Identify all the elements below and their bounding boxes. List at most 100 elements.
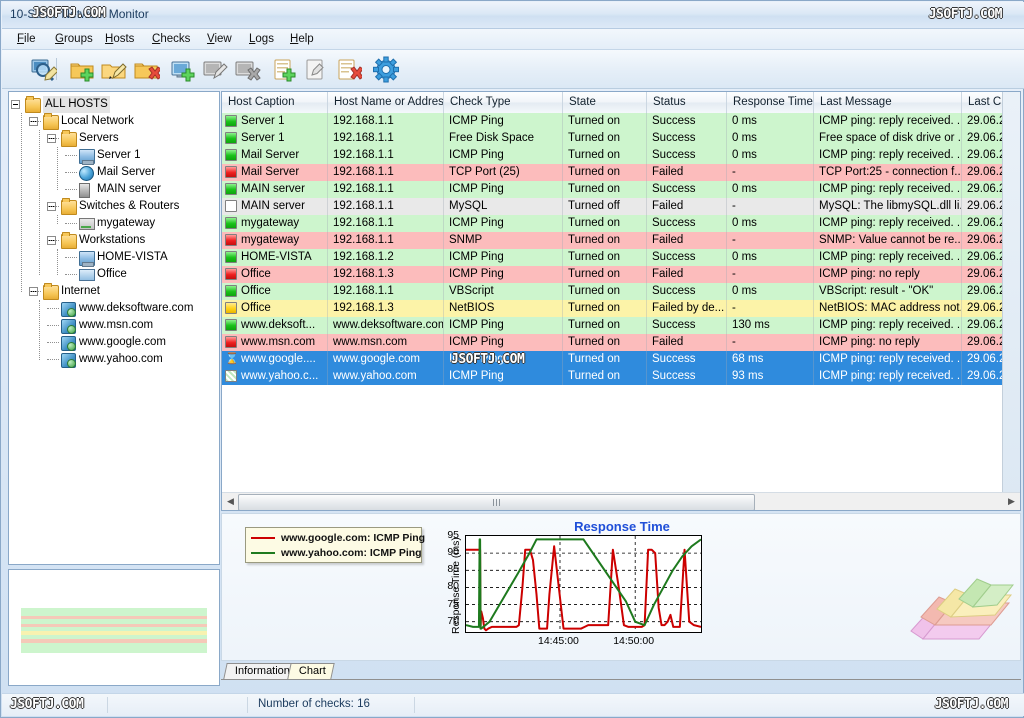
table-row[interactable]: ⌛ www.google.... www.google.com ICMP Ping Tu… [222,351,1020,368]
cell-check-type: ICMP Ping [444,147,563,164]
folder-icon [61,198,77,215]
add-host-button[interactable] [169,56,197,83]
table-row[interactable]: Server 1 192.168.1.1 ICMP Ping Turned on Suc… [222,113,1020,130]
cell-state: Turned on [563,317,647,334]
chart-svg [465,536,702,632]
cell-host: www.deksoftware.com [328,317,444,334]
cell-host: 192.168.1.1 [328,232,444,249]
cell-caption: Office [222,283,328,300]
table-row[interactable]: mygateway 192.168.1.1 ICMP Ping Turned on Su… [222,215,1020,232]
statusbar-separator-1 [107,697,108,713]
menu-item-file[interactable]: File [12,32,41,46]
tree-item-internet[interactable]: Internet [9,283,219,300]
tree-item-label: mygateway [97,217,156,229]
find-hosts-button[interactable] [29,56,59,83]
tree-item-server-1[interactable]: Server 1 [9,147,219,165]
table-row[interactable]: Mail Server 192.168.1.1 TCP Port (25) Turne… [222,164,1020,181]
delete-host-button[interactable] [233,56,261,83]
tree-item-www-deksoftware-com[interactable]: www.deksoftware.com [9,300,219,317]
cell-last-message: ICMP ping: reply received. ... [814,113,962,130]
edit-host-button[interactable] [201,56,229,83]
table-row[interactable]: Office 192.168.1.3 NetBIOS Turned on Failed … [222,300,1020,317]
tree-item-local-network[interactable]: Local Network [9,113,219,130]
table-row[interactable]: www.yahoo.c... www.yahoo.com ICMP Ping Turn… [222,368,1020,385]
cell-status: Failed [647,164,727,181]
tree-item-all-hosts[interactable]: ALL HOSTS [9,96,219,113]
horizontal-scrollbar[interactable]: ◀ ▶ [222,492,1020,510]
cell-check-type: TCP Port (25) [444,164,563,181]
cell-caption: www.google.... [222,351,328,368]
table-row[interactable]: Server 1 192.168.1.1 Free Disk Space Turned… [222,130,1020,147]
tree-connector [65,172,77,173]
table-row[interactable]: www.deksoft... www.deksoftware.com ICMP Pi… [222,317,1020,334]
table-row[interactable]: MAIN server 192.168.1.1 MySQL Turned off Fai… [222,198,1020,215]
tree-item-servers[interactable]: Servers [9,130,219,147]
column-header-status[interactable]: Status [647,92,727,113]
menu-item-checks[interactable]: Checks [147,32,195,46]
column-header-check-type[interactable]: Check Type [444,92,563,113]
legend-label-1: www.yahoo.com: ICMP Ping [281,547,422,559]
cell-state: Turned on [563,232,647,249]
table-row[interactable]: Office 192.168.1.3 ICMP Ping Turned on Faile… [222,266,1020,283]
scroll-right-arrow[interactable]: ▶ [1004,494,1019,509]
cell-caption: HOME-VISTA [222,249,328,266]
hosts-tree[interactable]: ALL HOSTS Local Network Servers Server 1 Mai… [9,92,219,368]
cell-last-message: ICMP ping: reply received. ... [814,368,962,385]
column-header-host-name-or-address[interactable]: Host Name or Address [328,92,444,113]
checks-table[interactable]: Host Caption Host Name or Address Check Ty… [221,91,1021,511]
table-row[interactable]: Mail Server 192.168.1.1 ICMP Ping Turned on… [222,147,1020,164]
tree-item-main-server[interactable]: MAIN server [9,181,219,198]
cell-host: 192.168.1.3 [328,266,444,283]
tree-connector [29,121,41,122]
cell-state: Turned on [563,164,647,181]
tab-information[interactable]: Information [223,663,292,679]
table-row[interactable]: MAIN server 192.168.1.1 ICMP Ping Turned on… [222,181,1020,198]
tree-collapse-icon[interactable] [11,100,20,109]
cell-last-message: ICMP ping: no reply [814,266,962,283]
cell-caption: MAIN server [222,181,328,198]
tab-chart[interactable]: Chart [287,663,335,679]
table-header-row[interactable]: Host Caption Host Name or Address Check Ty… [222,92,1020,114]
menu-item-groups[interactable]: Groups [50,32,98,46]
tree-item-workstations[interactable]: Workstations [9,232,219,249]
table-row[interactable]: mygateway 192.168.1.1 SNMP Turned on Failed -… [222,232,1020,249]
tree-item-office[interactable]: Office [9,266,219,283]
menu-item-help[interactable]: Help [285,32,319,46]
cell-state: Turned on [563,147,647,164]
menu-item-logs[interactable]: Logs [244,32,279,46]
table-row[interactable]: HOME-VISTA 192.168.1.2 ICMP Ping Turned on S… [222,249,1020,266]
website-icon [61,353,76,368]
cell-check-type: VBScript [444,283,563,300]
add-check-button[interactable] [270,56,298,83]
add-group-button[interactable] [68,56,96,83]
tree-item-www-yahoo-com[interactable]: www.yahoo.com [9,351,219,368]
column-header-last-message[interactable]: Last Message [814,92,962,113]
website-icon [61,336,76,351]
tree-item-mygateway[interactable]: mygateway [9,215,219,232]
cell-status: Success [647,317,727,334]
edit-group-button[interactable] [100,56,128,83]
tree-item-home-vista[interactable]: HOME-VISTA [9,249,219,267]
table-row[interactable]: www.msn.com www.msn.com ICMP Ping Turned on… [222,334,1020,351]
column-header-state[interactable]: State [563,92,647,113]
hosts-tree-panel[interactable]: ALL HOSTS Local Network Servers Server 1 Mai… [8,91,220,565]
cell-check-type: ICMP Ping [444,368,563,385]
tree-item-switches-routers[interactable]: Switches & Routers [9,198,219,215]
menu-item-view[interactable]: View [202,32,237,46]
tree-item-www-google-com[interactable]: www.google.com [9,334,219,351]
menu-item-hosts[interactable]: Hosts [100,32,139,46]
tree-item-www-msn-com[interactable]: www.msn.com [9,317,219,334]
horizontal-scroll-thumb[interactable] [238,494,755,510]
column-header-host-caption[interactable]: Host Caption [222,92,328,113]
settings-button[interactable] [372,56,400,83]
delete-check-button[interactable] [334,56,364,83]
overview-minimap-panel[interactable] [8,569,220,686]
delete-group-button[interactable] [132,56,162,83]
column-header-response-time[interactable]: Response Time [727,92,814,113]
edit-check-button[interactable] [302,56,330,83]
vertical-scrollbar[interactable] [1002,92,1020,510]
scroll-left-arrow[interactable]: ◀ [223,494,238,509]
tree-item-mail-server[interactable]: Mail Server [9,164,219,181]
y-axis-tick-label: 70 [447,614,459,627]
table-row[interactable]: Office 192.168.1.1 VBScript Turned on Succes… [222,283,1020,300]
